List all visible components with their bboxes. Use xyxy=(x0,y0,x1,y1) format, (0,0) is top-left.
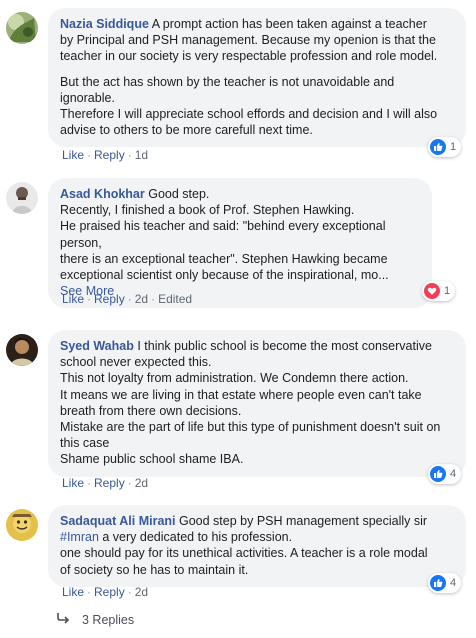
comment-actions: Like · Reply · 1d xyxy=(62,148,149,162)
comment-text: this case xyxy=(60,436,110,451)
thumbs-up-icon xyxy=(430,575,446,591)
comment-text: Good step. xyxy=(144,187,210,201)
timestamp[interactable]: 2d xyxy=(135,292,148,306)
comment-text: there is an exceptional teacher". Stephe… xyxy=(60,251,388,266)
timestamp[interactable]: 1d xyxy=(135,148,148,162)
comment-text: exceptional scientist only because of th… xyxy=(60,268,389,283)
comment-text: Therefore I will appreciate school effor… xyxy=(60,107,438,122)
comment-text: I think public school is become the most… xyxy=(133,339,432,353)
reply-button[interactable]: Reply xyxy=(94,585,125,599)
timestamp[interactable]: 2d xyxy=(135,585,148,599)
avatar[interactable] xyxy=(6,509,38,541)
comment: Asad Khokhar Good step. Recently, I fini… xyxy=(6,178,470,309)
comment-text: Recently, I finished a book of Prof. Ste… xyxy=(60,203,355,218)
view-replies-button[interactable]: 3 Replies xyxy=(56,612,134,627)
comment-bubble: Sadaquat Ali Mirani Good step by PSH man… xyxy=(48,505,466,587)
timestamp[interactable]: 2d xyxy=(135,476,148,490)
thumbs-up-icon xyxy=(430,466,446,482)
reaction-count[interactable]: 4 xyxy=(428,464,462,484)
reaction-count[interactable]: 4 xyxy=(428,573,462,593)
comment-text: of society so he has to maintain it. xyxy=(60,562,249,577)
like-button[interactable]: Like xyxy=(62,476,84,490)
comment-actions: Like · Reply · 2d xyxy=(62,476,149,490)
comment-actions: Like · Reply · 2d · Edited xyxy=(62,292,193,306)
avatar[interactable] xyxy=(6,334,38,366)
comment-bubble: Nazia Siddique A prompt action has been … xyxy=(48,8,466,148)
comment-text: Shame public school shame IBA. xyxy=(60,452,244,467)
reply-button[interactable]: Reply xyxy=(94,476,125,490)
comment-text: A prompt action has been taken against a… xyxy=(148,17,427,31)
comment-author[interactable]: Nazia Siddique xyxy=(60,17,149,31)
comment-text: But the act has shown by the teacher is … xyxy=(60,74,395,89)
comment-author[interactable]: Asad Khokhar xyxy=(60,187,145,201)
hashtag-link[interactable]: #Imran xyxy=(60,530,99,544)
comment-text: He praised his teacher and said: "behind… xyxy=(60,219,386,250)
like-button[interactable]: Like xyxy=(62,292,84,306)
comment-text: teacher in our society is very respectab… xyxy=(60,49,438,64)
comment-text: a very dedicated to his profession. xyxy=(98,530,293,545)
reaction-count-value: 1 xyxy=(444,285,451,297)
comment-thread: Nazia Siddique A prompt action has been … xyxy=(0,0,476,638)
reaction-count-value: 1 xyxy=(450,141,457,153)
edited-label[interactable]: Edited xyxy=(158,292,192,306)
comment-text: This not loyalty from administration. We… xyxy=(60,371,409,386)
comment-text: Good step by PSH management specially si… xyxy=(175,514,428,528)
comment-bubble: Syed Wahab I think public school is beco… xyxy=(48,330,466,477)
like-button[interactable]: Like xyxy=(62,585,84,599)
reaction-count[interactable]: 1 xyxy=(428,137,462,157)
comment: Syed Wahab I think public school is beco… xyxy=(6,330,470,500)
comment-text: advise to others to be more carefull nex… xyxy=(60,123,313,138)
comment-text: by Principal and PSH management. Because… xyxy=(60,33,436,48)
reply-arrow-icon xyxy=(56,612,70,627)
thumbs-up-icon xyxy=(430,139,446,155)
comment-text: school never expected this. xyxy=(60,355,212,370)
comment-author[interactable]: Syed Wahab xyxy=(60,339,134,353)
avatar[interactable] xyxy=(6,182,38,214)
reply-button[interactable]: Reply xyxy=(94,292,125,306)
reply-button[interactable]: Reply xyxy=(94,148,125,162)
comment-bubble: Asad Khokhar Good step. Recently, I fini… xyxy=(48,178,432,309)
comment: Sadaquat Ali Mirani Good step by PSH man… xyxy=(6,505,470,603)
comment-actions: Like · Reply · 2d xyxy=(62,585,149,599)
reaction-count-value: 4 xyxy=(450,468,457,480)
heart-icon xyxy=(424,283,440,299)
reaction-count[interactable]: 1 xyxy=(422,281,456,301)
comment-author[interactable]: Sadaquat Ali Mirani xyxy=(60,514,176,528)
reaction-count-value: 4 xyxy=(450,577,457,589)
comment-text: It means we are living in that estate wh… xyxy=(60,387,422,402)
comment-text: breath from there own decisions. xyxy=(60,403,242,418)
comment: Nazia Siddique A prompt action has been … xyxy=(6,8,470,168)
avatar[interactable] xyxy=(6,12,38,44)
comment-text: ignorable. xyxy=(60,90,115,105)
replies-label: 3 Replies xyxy=(82,612,135,627)
like-button[interactable]: Like xyxy=(62,148,84,162)
comment-text: one should pay for its unethical activit… xyxy=(60,546,428,561)
comment-text: Mistake are the part of life but this ty… xyxy=(60,420,441,435)
